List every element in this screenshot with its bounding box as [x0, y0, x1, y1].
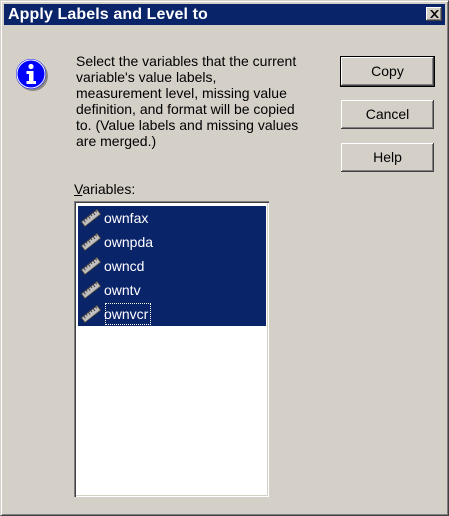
- list-item[interactable]: ownvcr: [78, 302, 266, 326]
- list-item[interactable]: ownfax: [78, 206, 266, 230]
- variable-name: owncd: [104, 258, 145, 274]
- cancel-button[interactable]: Cancel: [341, 100, 434, 129]
- list-item[interactable]: owncd: [78, 254, 266, 278]
- ruler-icon: [80, 209, 102, 227]
- ruler-icon: [80, 233, 102, 251]
- variables-listbox[interactable]: ownfax ownpda owncd owntv ownvcr: [74, 201, 269, 497]
- list-item[interactable]: ownpda: [78, 230, 266, 254]
- list-item[interactable]: owntv: [78, 278, 266, 302]
- variable-name: ownpda: [104, 234, 154, 250]
- variables-label-text: ariables:: [82, 181, 136, 197]
- help-button[interactable]: Help: [341, 143, 434, 172]
- close-icon: [430, 10, 439, 18]
- ruler-icon: [80, 305, 102, 323]
- window-title: Apply Labels and Level to: [8, 6, 208, 23]
- close-button[interactable]: [426, 7, 442, 21]
- ruler-icon: [80, 281, 102, 299]
- info-icon: [16, 59, 48, 91]
- ruler-icon: [80, 257, 102, 275]
- instruction-text: Select the variables that the current va…: [76, 53, 299, 149]
- variables-label: Variables:: [74, 181, 135, 197]
- variable-name: owntv: [104, 282, 141, 298]
- title-bar[interactable]: Apply Labels and Level to: [4, 4, 445, 25]
- apply-labels-dialog: Apply Labels and Level to Select the var…: [0, 0, 449, 516]
- variable-name: ownvcr: [104, 302, 152, 326]
- variable-name: ownfax: [104, 210, 149, 226]
- copy-button[interactable]: Copy: [340, 56, 435, 87]
